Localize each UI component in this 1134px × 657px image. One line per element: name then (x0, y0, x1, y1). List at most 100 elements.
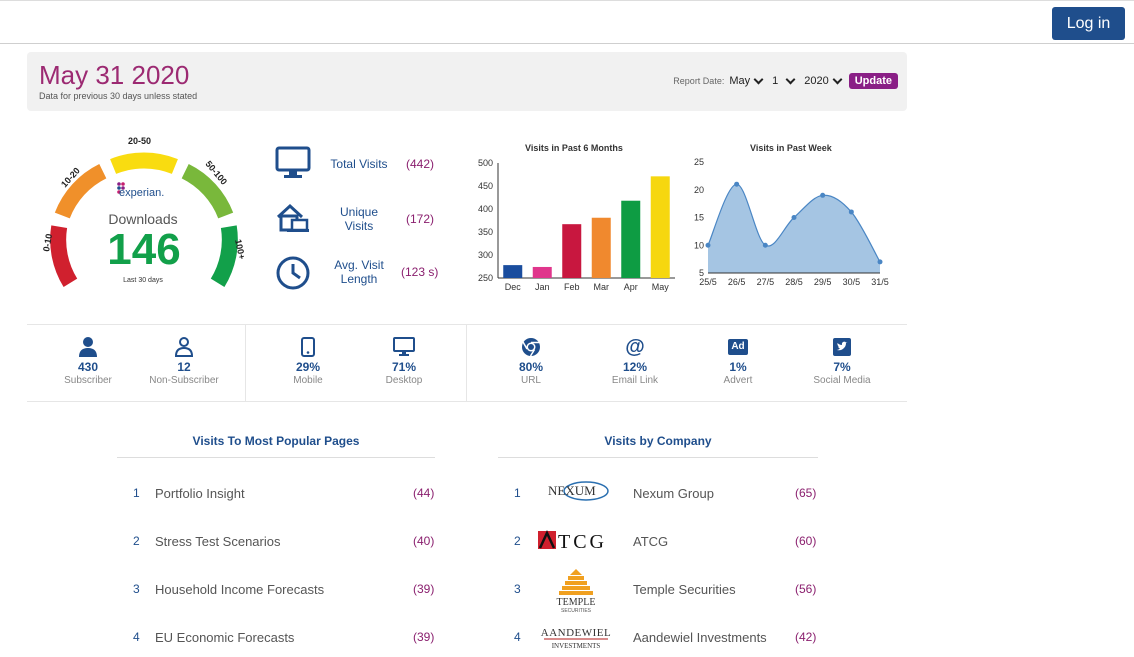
y-tick-label: 25 (694, 157, 704, 167)
page-row-3[interactable]: 3 Household Income Forecasts (39) (117, 582, 437, 602)
x-tick-label: 25/5 (699, 277, 717, 287)
stat-non-subscriber: 12 Non-Subscriber (144, 337, 224, 386)
page-rank: 2 (133, 534, 140, 548)
y-tick-label: 350 (478, 227, 493, 237)
top-bar: Log in (0, 0, 1134, 44)
metric-label-line: Total Visits (330, 157, 388, 171)
chrome-icon (522, 338, 540, 357)
gauge-value: 146 (107, 225, 180, 274)
user-outline-icon (175, 337, 193, 357)
y-tick-label: 10 (694, 240, 704, 250)
atcg-logo: TCG (536, 529, 616, 553)
gauge-label-20-50: 20-50 (128, 136, 151, 146)
at-icon: @ (625, 336, 645, 358)
home-devices-icon (276, 203, 309, 232)
data-point-29-5 (820, 192, 826, 198)
metric-value: (123 s) (401, 265, 439, 279)
stat-value: 7% (833, 360, 851, 374)
page-title: May 31 2020 (39, 60, 190, 90)
y-tick-label: 450 (478, 181, 493, 191)
x-tick-label: 31/5 (871, 277, 889, 287)
atcg-logo-text: TCG (558, 531, 607, 553)
metric-label: Unique Visits (323, 205, 395, 233)
day-select[interactable]: 1 (772, 74, 796, 87)
gauge-segment-20-50 (110, 152, 178, 175)
stat-url: 80% URL (491, 337, 571, 386)
page-row-4[interactable]: 4 EU Economic Forecasts (39) (117, 630, 437, 650)
stat-desktop: 71% Desktop (364, 337, 444, 386)
metric-unique-visits: Unique Visits (172) (275, 201, 445, 237)
stat-value: 12 (177, 360, 191, 374)
page-row-1[interactable]: 1 Portfolio Insight (44) (117, 486, 437, 506)
aandewiel-logo-graphic: AANDEWIEL INVESTMENTS (541, 627, 611, 650)
monitor-icon (275, 146, 311, 178)
login-button[interactable]: Log in (1052, 7, 1125, 40)
area-chart-past-week: 25/5 26/5 27/5 28/5 29/5 30/5 31/5 25 20 15 10 5 (694, 157, 889, 287)
page-rank: 3 (133, 582, 140, 596)
x-tick-label: Feb (564, 282, 580, 292)
data-point-31-5 (877, 259, 883, 265)
stat-value: 29% (295, 360, 321, 374)
x-tick-label: 30/5 (843, 277, 861, 287)
x-tick-label: May (652, 282, 670, 292)
clock-icon (276, 256, 310, 290)
page-name: Stress Test Scenarios (155, 534, 281, 549)
page-name: EU Economic Forecasts (155, 630, 295, 645)
bar-dec (503, 265, 523, 278)
data-point-26-5 (734, 181, 740, 187)
stat-value: 12% (622, 360, 648, 374)
company-row-4[interactable]: 4 AANDEWIEL INVESTMENTS Aandewiel Invest… (498, 627, 820, 650)
page-rank: 1 (133, 486, 140, 500)
stat-advert: Ad 1% Advert (698, 337, 778, 386)
divider (117, 457, 435, 458)
experian-logo: experian. (117, 182, 164, 199)
x-tick-label: 28/5 (785, 277, 803, 287)
company-name: Temple Securities (633, 582, 736, 597)
popular-pages-title: Visits To Most Popular Pages (192, 434, 360, 448)
temple-logo-graphic: TEMPLE SECURITIES (557, 569, 595, 614)
experian-wordmark: experian. (119, 187, 164, 199)
nexum-logo-graphic: NEXUM (548, 481, 609, 501)
page-row-2[interactable]: 2 Stress Test Scenarios (40) (117, 534, 437, 554)
x-tick-label: Jan (535, 282, 550, 292)
bar-jan (532, 266, 552, 278)
report-header: May 31 2020 Data for previous 30 days un… (27, 52, 907, 111)
metric-value: (172) (406, 212, 435, 226)
stat-mobile: 29% Mobile (268, 337, 348, 386)
x-tick-label: 27/5 (757, 277, 775, 287)
metric-avg-visit-length: Avg. Visit Length (123 s) (275, 255, 445, 291)
page-count: (39) (413, 582, 435, 596)
company-count: (65) (795, 486, 817, 500)
bar-mar (591, 217, 611, 278)
y-tick-label: 400 (478, 204, 493, 214)
company-row-3[interactable]: 3 TEMPLE SECURITIES Temple Securities (5… (498, 569, 820, 614)
data-point-28-5 (791, 215, 797, 220)
data-point-30-5 (848, 209, 854, 215)
month-select[interactable]: May (729, 74, 764, 87)
metric-value: (442) (406, 157, 435, 171)
day-select-value: 1 (772, 75, 779, 87)
gauge-caption: Last 30 days (123, 277, 163, 284)
divider (245, 325, 246, 401)
update-button[interactable]: Update (848, 73, 898, 89)
page-count: (40) (413, 534, 435, 548)
chevron-down-icon (785, 74, 796, 84)
stat-label: Desktop (385, 375, 423, 386)
x-tick-label: Mar (594, 282, 610, 292)
stat-value: 430 (77, 360, 99, 374)
aandewiel-logo-subtext: INVESTMENTS (552, 642, 601, 650)
atcg-logo-graphic: TCG (538, 530, 607, 553)
metric-label-line: Length (340, 272, 378, 286)
page-rank: 4 (133, 630, 140, 644)
downloads-gauge: 0-10 10-20 20-50 50-100 100+ experian. D… (27, 126, 257, 306)
company-count: (56) (795, 582, 817, 596)
temple-logo-subtext: SECURITIES (561, 608, 592, 614)
x-tick-label: Dec (505, 282, 522, 292)
year-select[interactable]: 2020 (804, 74, 843, 87)
stat-label: Social Media (813, 375, 871, 386)
stat-social-media: 7% Social Media (802, 337, 882, 386)
y-tick-label: 15 (694, 213, 704, 223)
company-row-1[interactable]: 1 NEXUM Nexum Group (65) (498, 481, 820, 506)
metric-label-line: Unique (339, 205, 379, 219)
company-row-2[interactable]: 2 TCG ATCG (60) (498, 530, 820, 554)
